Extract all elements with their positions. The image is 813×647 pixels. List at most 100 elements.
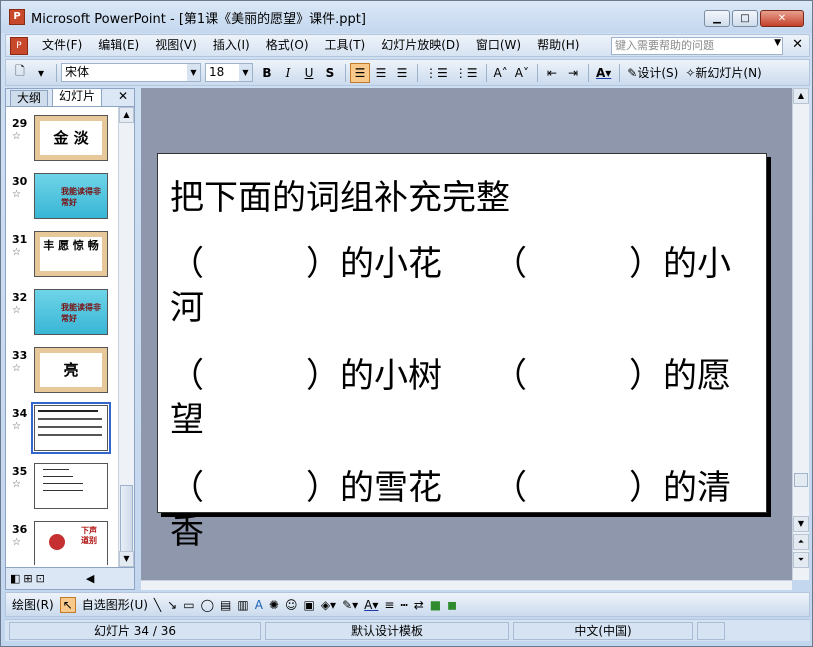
line-style-icon[interactable]: ≡: [384, 598, 394, 612]
menu-view[interactable]: 视图(V): [147, 35, 205, 56]
current-slide[interactable]: 把下面的词组补充完整 （ ）的小花 （ ）的小 河 （ ）的小树 （ ）的愿 望…: [157, 153, 767, 550]
list-item[interactable]: 36 ☆ 下声道别: [6, 521, 118, 565]
list-item[interactable]: 30 ☆ 我能读得非常好: [6, 173, 118, 231]
align-center-icon[interactable]: ☰: [371, 63, 391, 83]
scroll-left-icon[interactable]: ◀: [86, 572, 94, 585]
help-dropdown-icon[interactable]: ▼: [774, 38, 781, 48]
rectangle-icon[interactable]: ▭: [183, 598, 194, 612]
document-icon[interactable]: P: [10, 36, 28, 55]
underline-icon[interactable]: U: [299, 63, 319, 83]
close-button[interactable]: ✕: [760, 10, 804, 27]
new-slide-button[interactable]: ✧ 新幻灯片(N): [682, 63, 764, 83]
vertical-textbox-icon[interactable]: ▥: [237, 598, 248, 612]
arrow-style-icon[interactable]: ⇄: [414, 598, 424, 612]
draw-menu-button[interactable]: 绘图(R): [12, 596, 54, 613]
list-item[interactable]: 35 ☆: [6, 463, 118, 521]
slide-text-line[interactable]: 望: [170, 402, 204, 438]
clipart-icon[interactable]: ☺: [285, 598, 298, 612]
bullets-icon[interactable]: ⋮☰: [452, 63, 481, 83]
autoshapes-button[interactable]: 自选图形(U): [82, 596, 148, 613]
sorter-view-icon[interactable]: ⊞: [23, 572, 32, 585]
shadow-style-icon[interactable]: ■: [430, 598, 441, 612]
select-arrow-icon[interactable]: ↖: [59, 596, 76, 613]
bold-icon[interactable]: B: [257, 63, 277, 83]
wordart-icon[interactable]: A: [255, 598, 263, 612]
design-button[interactable]: ✎ 设计(S): [624, 63, 681, 83]
slide-thumbnail[interactable]: 我能读得非常好: [34, 173, 108, 219]
scroll-down-icon[interactable]: ▼: [119, 551, 134, 567]
increase-indent-icon[interactable]: ⇥: [563, 63, 583, 83]
list-item[interactable]: 29 ☆ 金 淡: [6, 115, 118, 173]
dash-style-icon[interactable]: ┅: [400, 598, 407, 612]
menu-insert[interactable]: 插入(I): [205, 35, 258, 56]
slide-text-line[interactable]: （ ）的小花 （ ）的小: [170, 246, 731, 282]
chevron-down-icon[interactable]: ▼: [239, 64, 252, 81]
menu-file[interactable]: 文件(F): [34, 35, 90, 56]
slide-thumbnail[interactable]: 我能读得非常好: [34, 289, 108, 335]
numbering-icon[interactable]: ⋮☰: [422, 63, 451, 83]
align-left-icon[interactable]: ☰: [350, 62, 370, 83]
menu-help[interactable]: 帮助(H): [529, 35, 587, 56]
3d-style-icon[interactable]: ◼: [447, 598, 457, 612]
slide-thumbnail[interactable]: 下声道别: [34, 521, 108, 565]
slide-text-line[interactable]: （ ）的小树 （ ）的愿: [170, 358, 731, 394]
next-slide-icon[interactable]: ⏷: [793, 552, 809, 568]
textbox-icon[interactable]: ▤: [220, 598, 231, 612]
maximize-button[interactable]: □: [732, 10, 758, 27]
scroll-up-icon[interactable]: ▲: [119, 107, 134, 123]
arrow-icon[interactable]: ↘: [167, 598, 177, 612]
line-icon[interactable]: ╲: [154, 598, 161, 612]
font-color-icon[interactable]: A▾: [364, 598, 378, 612]
scrollbar-thumb[interactable]: [794, 473, 808, 487]
slide-thumbnail[interactable]: 丰 愿 惊 畅: [34, 231, 108, 277]
italic-icon[interactable]: I: [278, 63, 298, 83]
slide-title[interactable]: 把下面的词组补充完整: [170, 180, 510, 216]
menu-tools[interactable]: 工具(T): [317, 35, 374, 56]
decrease-indent-icon[interactable]: ⇤: [542, 63, 562, 83]
toolbar-options-icon[interactable]: ▾: [31, 63, 51, 83]
slide-text-line[interactable]: 香: [170, 514, 204, 550]
slide-text-line[interactable]: 河: [170, 290, 204, 326]
increase-font-icon[interactable]: A˄: [491, 63, 511, 83]
list-item[interactable]: 34 ☆: [6, 402, 118, 463]
font-size-select[interactable]: 18 ▼: [205, 63, 253, 82]
minimize-button[interactable]: ▁: [704, 10, 730, 27]
menu-window[interactable]: 窗口(W): [468, 35, 529, 56]
picture-icon[interactable]: ▣: [303, 598, 314, 612]
previous-slide-icon[interactable]: ⏶: [793, 534, 809, 550]
tab-slides[interactable]: 幻灯片: [52, 88, 103, 106]
close-panel-icon[interactable]: ✕: [118, 89, 128, 103]
line-color-icon[interactable]: ✎▾: [342, 598, 358, 612]
align-right-icon[interactable]: ☰: [392, 63, 412, 83]
normal-view-icon[interactable]: ◧: [10, 572, 20, 585]
scrollbar-thumb[interactable]: [120, 485, 133, 553]
font-color-icon[interactable]: A▾: [593, 63, 614, 83]
list-item[interactable]: 33 ☆ 亮: [6, 347, 118, 405]
slide-thumbnail[interactable]: 金 淡: [34, 115, 108, 161]
powerpoint-app-icon[interactable]: P: [9, 9, 25, 25]
menu-format[interactable]: 格式(O): [258, 35, 317, 56]
new-document-icon[interactable]: 🗋: [10, 63, 30, 83]
slideshow-view-icon[interactable]: ⊡: [36, 572, 45, 585]
diagram-icon[interactable]: ✺: [269, 598, 279, 612]
tab-outline[interactable]: 大纲: [10, 90, 49, 106]
font-select[interactable]: 宋体 ▼: [61, 63, 201, 82]
menu-slideshow[interactable]: 幻灯片放映(D): [373, 35, 468, 56]
close-document-icon[interactable]: ✕: [792, 37, 803, 52]
thumbnail-scrollbar[interactable]: ▲ ▼: [118, 107, 134, 567]
main-scrollbar[interactable]: ▲ ▼ ⏶ ⏷: [792, 88, 809, 580]
slide-thumbnail-selected[interactable]: [31, 402, 111, 454]
oval-icon[interactable]: ◯: [201, 598, 214, 612]
help-search-input[interactable]: 键入需要帮助的问题: [611, 37, 783, 55]
decrease-font-icon[interactable]: A˅: [512, 63, 532, 83]
list-item[interactable]: 32 ☆ 我能读得非常好: [6, 289, 118, 347]
chevron-down-icon[interactable]: ▼: [187, 64, 200, 81]
horizontal-scrollbar[interactable]: [141, 580, 792, 590]
slide-thumbnail[interactable]: 亮: [34, 347, 108, 393]
shadow-icon[interactable]: S: [320, 63, 340, 83]
slide-thumbnail[interactable]: [34, 463, 108, 509]
slide-text-line[interactable]: （ ）的雪花 （ ）的清: [170, 470, 731, 506]
fill-color-icon[interactable]: ◈▾: [321, 598, 336, 612]
menu-edit[interactable]: 编辑(E): [90, 35, 147, 56]
scroll-up-icon[interactable]: ▲: [793, 88, 809, 104]
